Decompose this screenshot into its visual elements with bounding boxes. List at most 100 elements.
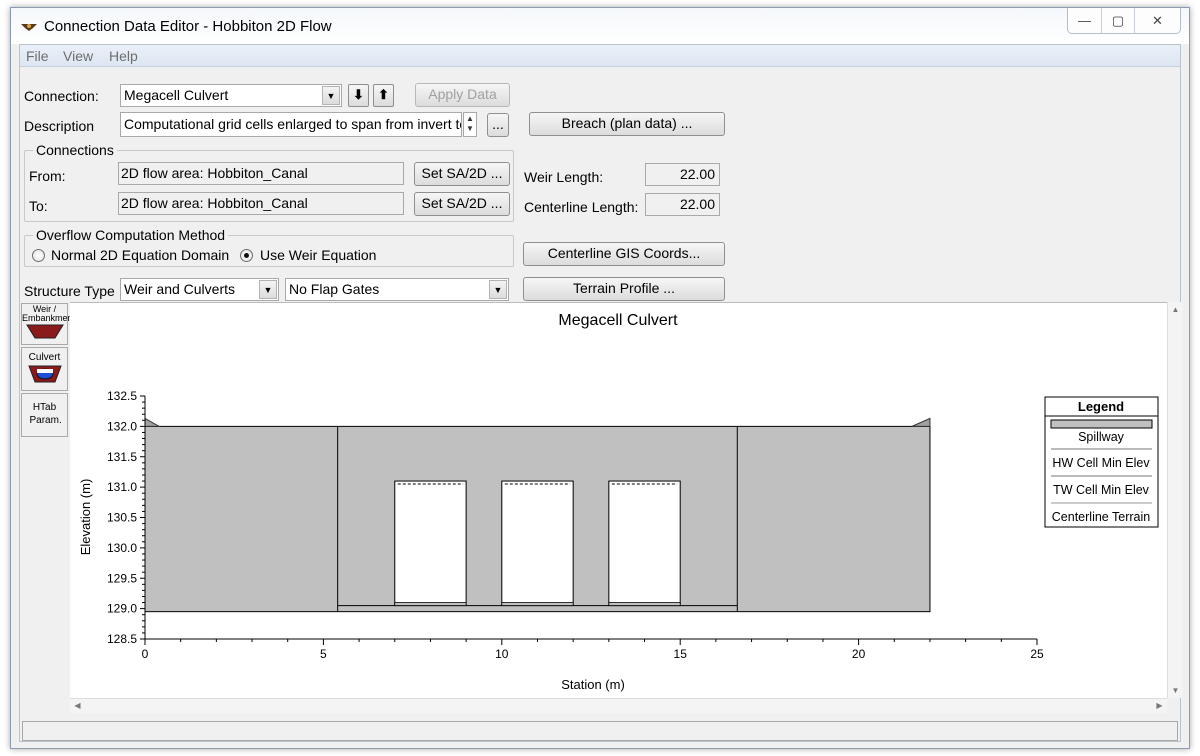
legend-item-spillway: Spillway <box>1078 430 1125 444</box>
x-tick-label-4: 20 <box>852 647 866 661</box>
to-label: To: <box>29 198 48 214</box>
weir-equation-label[interactable]: Use Weir Equation <box>260 247 376 263</box>
culvert-invert-2 <box>501 602 574 606</box>
x-axis-label: Station (m) <box>561 677 625 692</box>
client-area: File View Help Connection: Megacell Culv… <box>19 44 1182 742</box>
weir-equation-radio[interactable] <box>240 249 253 262</box>
from-label: From: <box>29 168 66 184</box>
to-value: 2D flow area: Hobbiton_Canal <box>121 195 308 211</box>
weir-length-label: Weir Length: <box>524 169 604 185</box>
chevron-down-icon[interactable]: ▼ <box>322 86 340 105</box>
normal-2d-radio[interactable] <box>32 249 45 262</box>
flap-gates-value: No Flap Gates <box>289 281 380 297</box>
apply-data-button[interactable]: Apply Data <box>415 83 510 107</box>
set-to-button[interactable]: Set SA/2D ... <box>414 192 510 216</box>
chevron-down-icon[interactable]: ▼ <box>489 280 507 299</box>
chart-title: Megacell Culvert <box>558 312 678 329</box>
legend-item-terrain: Centerline Terrain <box>1052 510 1150 524</box>
structure-type-label: Structure Type <box>24 283 115 299</box>
horizontal-scrollbar[interactable]: ◀ ▶ <box>70 698 1167 713</box>
maximize-button[interactable]: ▢ <box>1101 8 1134 33</box>
profile-plot: Megacell Culvert 0 5 10 15 20 25 128.5 129.0 129… <box>70 302 1167 698</box>
connections-group-title: Connections <box>33 142 117 158</box>
culvert-invert-3 <box>608 602 681 606</box>
normal-2d-label[interactable]: Normal 2D Equation Domain <box>51 247 229 263</box>
culvert-tab-label: Culvert <box>28 352 61 363</box>
legend-spillway-swatch <box>1050 419 1153 429</box>
from-value: 2D flow area: Hobbiton_Canal <box>121 165 308 181</box>
description-label: Description <box>24 118 95 134</box>
y-tick-label-5: 131.0 <box>107 480 137 494</box>
breach-button[interactable]: Breach (plan data) ... <box>529 112 725 136</box>
y-axis-label: Elevation (m) <box>78 479 93 556</box>
legend-item-tw: TW Cell Min Elev <box>1053 483 1150 497</box>
y-tick-label-6: 131.5 <box>107 450 137 464</box>
y-tick-label-0: 128.5 <box>107 632 137 646</box>
y-tick-label-3: 130.0 <box>107 541 137 555</box>
minimize-button[interactable]: — <box>1068 8 1101 33</box>
scroll-up-icon[interactable]: ▲ <box>1168 305 1183 314</box>
embankment-end-right <box>911 417 931 427</box>
menu-file[interactable]: File <box>26 48 49 64</box>
menu-view[interactable]: View <box>63 48 93 64</box>
y-tick-label-1: 129.0 <box>107 602 137 616</box>
y-tick-label-8: 132.5 <box>107 389 137 403</box>
embankment-end-left <box>144 417 161 427</box>
weir-tab-label: Weir / Embankment <box>22 304 76 323</box>
x-tick-label-2: 10 <box>495 647 509 661</box>
culvert-opening-3 <box>608 480 681 607</box>
y-tick-label-7: 132.0 <box>107 419 137 433</box>
culvert-invert-1 <box>394 602 467 606</box>
culvert-opening-1 <box>394 480 467 607</box>
htab-tab-label: HTab Param. <box>29 402 62 426</box>
description-spinner[interactable]: ▲ ▼ <box>463 112 477 137</box>
x-tick-label-0: 0 <box>142 647 149 661</box>
culvert-tab[interactable]: Culvert <box>21 347 68 391</box>
connection-select[interactable]: Megacell Culvert ▼ <box>120 84 342 107</box>
to-field: 2D flow area: Hobbiton_Canal <box>118 192 404 215</box>
culvert-opening-2 <box>501 480 574 607</box>
profile-chart: Megacell Culvert 0 5 10 15 20 25 128.5 129.0 129… <box>78 312 1159 692</box>
x-tick-label-5: 25 <box>1030 647 1044 661</box>
overflow-group-title: Overflow Computation Method <box>33 227 229 243</box>
y-tick-label-2: 129.5 <box>107 571 137 585</box>
x-tick-label-3: 15 <box>674 647 688 661</box>
status-bar <box>22 721 1178 741</box>
close-button[interactable]: ✕ <box>1134 8 1180 33</box>
htab-params-tab[interactable]: HTab Param. <box>21 393 68 437</box>
connection-label: Connection: <box>24 88 99 104</box>
y-tick-label-4: 130.5 <box>107 511 137 525</box>
weir-length-value: 22.00 <box>679 166 715 182</box>
title-bar: Connection Data Editor - Hobbiton 2D Flo… <box>11 8 1189 44</box>
description-field[interactable]: Computational grid cells enlarged to spa… <box>120 112 462 137</box>
set-from-button[interactable]: Set SA/2D ... <box>414 162 510 186</box>
chevron-down-icon[interactable]: ▼ <box>259 280 277 299</box>
connection-editor-window: Connection Data Editor - Hobbiton 2D Flo… <box>10 7 1190 749</box>
centerline-length-label: Centerline Length: <box>524 199 639 215</box>
legend-title: Legend <box>1078 399 1124 414</box>
legend: Legend Spillway HW Cell Min Elev TW Cell… <box>1044 396 1159 528</box>
centerline-gis-button[interactable]: Centerline GIS Coords... <box>523 242 725 266</box>
x-tick-label-1: 5 <box>320 647 327 661</box>
next-connection-button[interactable]: ⬇ <box>348 84 369 107</box>
weir-length-field: 22.00 <box>645 163 720 186</box>
menu-help[interactable]: Help <box>109 48 138 64</box>
centerline-length-field: 22.00 <box>645 193 720 216</box>
weir-embankment-icon <box>25 324 64 339</box>
flap-gates-select[interactable]: No Flap Gates ▼ <box>285 278 509 301</box>
previous-connection-button[interactable]: ⬆ <box>373 84 394 107</box>
scroll-left-icon[interactable]: ◀ <box>70 701 85 710</box>
description-more-button[interactable]: ... <box>487 113 509 137</box>
menu-bar: File View Help <box>20 45 1180 67</box>
scroll-down-icon[interactable]: ▼ <box>1168 686 1183 695</box>
from-field: 2D flow area: Hobbiton_Canal <box>118 162 404 185</box>
weir-embankment-tab[interactable]: Weir / Embankment <box>21 303 76 345</box>
description-value: Computational grid cells enlarged to spa… <box>124 116 462 132</box>
structure-type-value: Weir and Culverts <box>124 281 236 297</box>
terrain-profile-button[interactable]: Terrain Profile ... <box>523 277 725 301</box>
vertical-scrollbar[interactable]: ▲ ▼ <box>1167 302 1182 698</box>
window-controls: — ▢ ✕ <box>1067 8 1181 34</box>
legend-item-hw: HW Cell Min Elev <box>1052 456 1150 470</box>
scroll-right-icon[interactable]: ▶ <box>1152 701 1167 710</box>
structure-type-select[interactable]: Weir and Culverts ▼ <box>120 278 279 301</box>
